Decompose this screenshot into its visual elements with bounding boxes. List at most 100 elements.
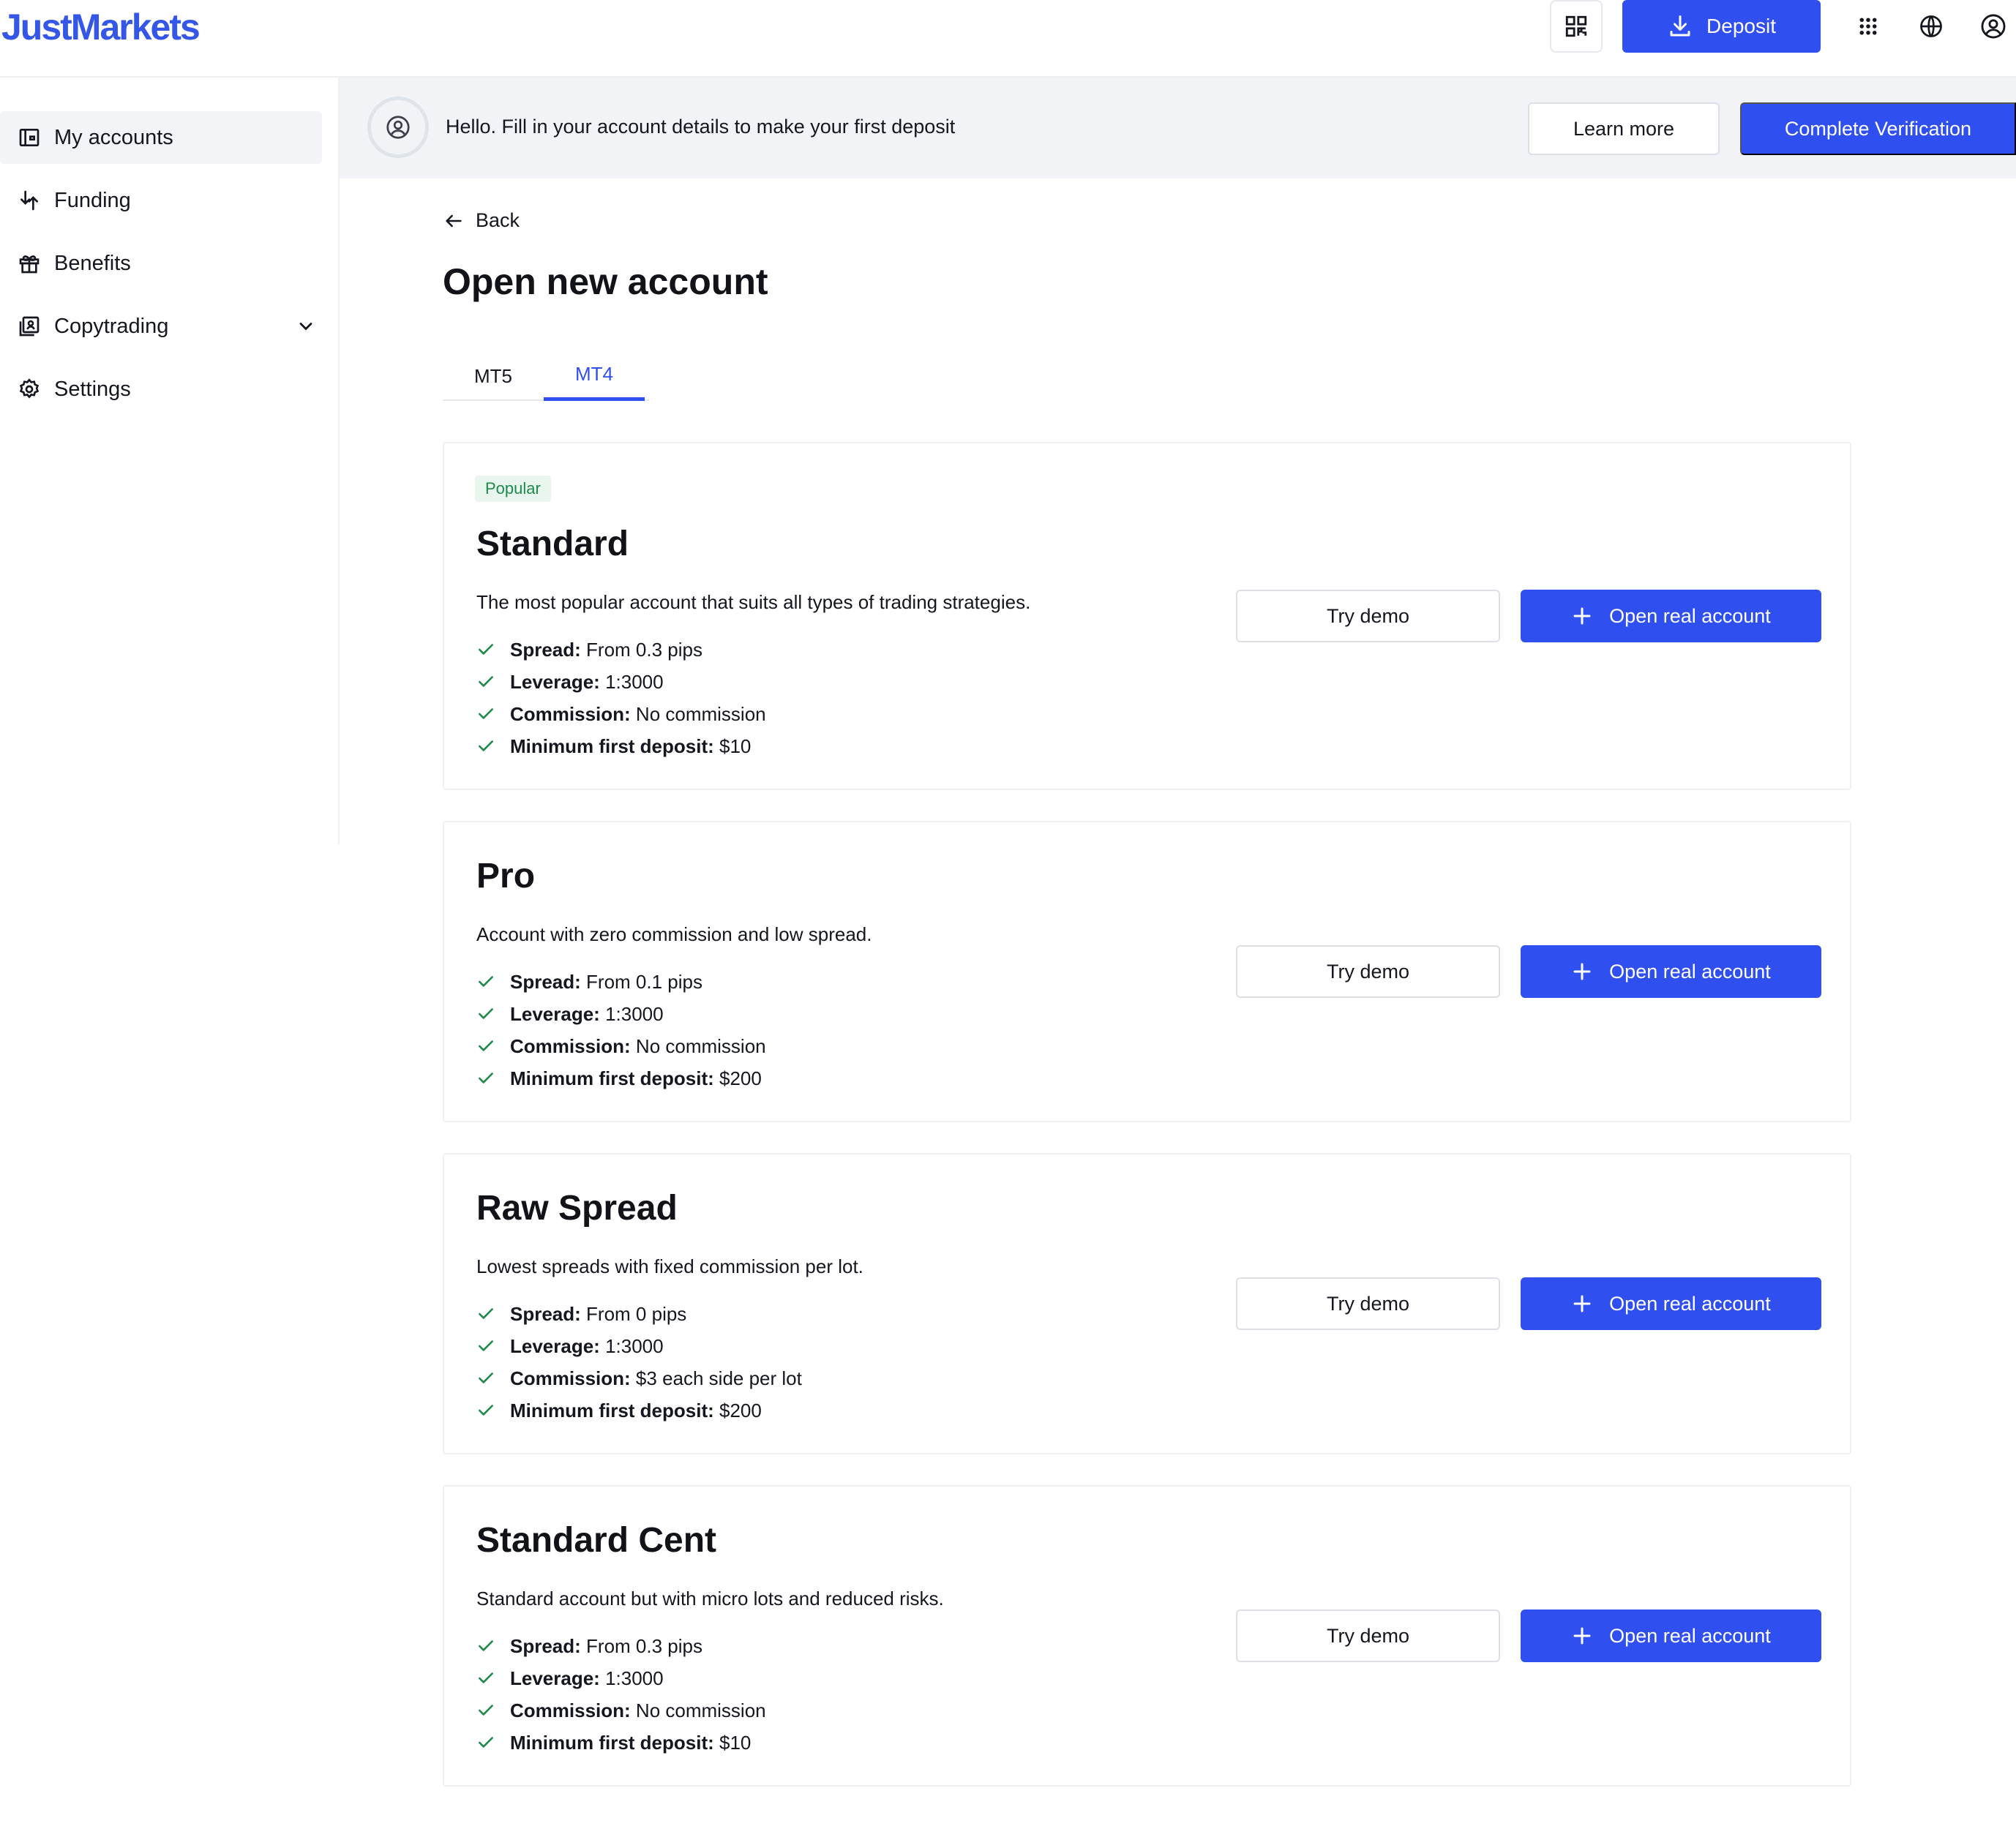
banner-message: Hello. Fill in your account details to m… (446, 116, 956, 138)
feature-value: $10 (719, 1731, 752, 1754)
feature-label: Minimum first deposit: (510, 1399, 714, 1421)
check-icon (479, 1372, 493, 1383)
account-features: Spread: From 0.3 pips Leverage: 1:3000 C… (476, 1630, 766, 1759)
feature-leverage: Leverage: 1:3000 (476, 1330, 802, 1362)
feature-value: No commission (635, 1034, 766, 1057)
account-name: Raw Spread (476, 1189, 678, 1228)
feature-label: Leverage: (510, 1002, 600, 1025)
open-real-account-label: Open real account (1609, 604, 1771, 627)
feature-value: 1:3000 (605, 670, 664, 693)
sidebar-item-label: Settings (54, 377, 131, 401)
check-icon (479, 1073, 493, 1083)
feature-label: Commission: (510, 1699, 631, 1721)
page-title: Open new account (443, 261, 768, 302)
try-demo-button[interactable]: Try demo (1236, 1277, 1500, 1330)
account-features: Spread: From 0 pips Leverage: 1:3000 Com… (476, 1298, 802, 1427)
download-icon (1670, 15, 1690, 37)
sidebar-item-copytrading[interactable]: Copytrading (0, 300, 322, 353)
qr-code-button[interactable] (1550, 0, 1603, 53)
qr-code-icon (1565, 15, 1587, 37)
sidebar-item-settings[interactable]: Settings (0, 363, 322, 416)
feature-label: Leverage: (510, 1667, 600, 1689)
account-card-standard-cent: Standard Cent Standard account but with … (443, 1485, 1851, 1787)
check-icon (479, 1737, 493, 1748)
try-demo-button[interactable]: Try demo (1236, 945, 1500, 998)
platform-tabs: MT5 MT4 (443, 351, 649, 401)
feature-label: Minimum first deposit: (510, 1731, 714, 1754)
feature-label: Spread: (510, 1302, 581, 1325)
check-icon (479, 1405, 493, 1416)
sidebar-item-label: Benefits (54, 251, 131, 275)
tab-mt5[interactable]: MT5 (443, 351, 544, 401)
account-description: The most popular account that suits all … (476, 591, 1031, 613)
feature-value: From 0 pips (586, 1302, 687, 1325)
feature-label: Spread: (510, 970, 581, 993)
complete-verification-button[interactable]: Complete Verification (1740, 102, 2016, 155)
banner-avatar (367, 97, 429, 158)
feature-spread: Spread: From 0 pips (476, 1298, 802, 1330)
account-card-pro: Pro Account with zero commission and low… (443, 821, 1851, 1122)
feature-value: From 0.1 pips (586, 970, 702, 993)
sidebar-item-my-accounts[interactable]: My accounts (0, 111, 322, 164)
profile-button[interactable] (1979, 12, 2008, 41)
feature-spread: Spread: From 0.3 pips (476, 1630, 766, 1662)
open-real-account-button[interactable]: Open real account (1521, 590, 1821, 642)
back-link[interactable]: Back (443, 209, 520, 232)
account-description: Standard account but with micro lots and… (476, 1588, 944, 1610)
open-real-account-button[interactable]: Open real account (1521, 1277, 1821, 1330)
sidebar-item-benefits[interactable]: Benefits (0, 237, 322, 290)
check-icon (479, 1040, 493, 1051)
try-demo-button[interactable]: Try demo (1236, 590, 1500, 642)
feature-value: 1:3000 (605, 1334, 664, 1357)
account-features: Spread: From 0.3 pips Leverage: 1:3000 C… (476, 634, 766, 762)
chevron-down-icon[interactable] (296, 316, 316, 337)
feature-leverage: Leverage: 1:3000 (476, 666, 766, 698)
try-demo-button[interactable]: Try demo (1236, 1610, 1500, 1662)
check-icon (479, 644, 493, 655)
check-icon (479, 1672, 493, 1683)
language-button[interactable] (1916, 12, 1946, 41)
sidebar: My accounts Funding Benefits Copytrading (0, 78, 340, 844)
account-description: Account with zero commission and low spr… (476, 923, 872, 945)
logo[interactable]: JustMarkets (1, 6, 201, 48)
deposit-button[interactable]: Deposit (1622, 0, 1821, 53)
feature-label: Minimum first deposit: (510, 735, 714, 757)
feature-value: No commission (635, 1699, 766, 1721)
feature-label: Spread: (510, 638, 581, 661)
open-real-account-button[interactable]: Open real account (1521, 945, 1821, 998)
feature-leverage: Leverage: 1:3000 (476, 998, 766, 1030)
sidebar-item-funding[interactable]: Funding (0, 174, 322, 227)
gift-icon (19, 255, 40, 274)
feature-min-deposit: Minimum first deposit: $10 (476, 730, 766, 762)
funding-icon (20, 190, 38, 211)
page: JustMarkets Deposit My accounts Funding … (0, 0, 2016, 1848)
deposit-label: Deposit (1706, 15, 1776, 37)
user-circle-icon (1981, 14, 2006, 39)
plus-icon (1573, 1627, 1591, 1645)
gear-icon (19, 378, 40, 399)
check-icon (479, 740, 493, 751)
wallet-icon (19, 129, 40, 146)
open-real-account-label: Open real account (1609, 960, 1771, 983)
feature-commission: Commission: No commission (476, 1694, 766, 1727)
feature-value: From 0.3 pips (586, 1634, 702, 1657)
popular-badge: Popular (475, 476, 551, 502)
feature-label: Leverage: (510, 1334, 600, 1357)
check-icon (479, 1308, 493, 1319)
apps-grid-icon (1859, 18, 1877, 35)
tab-mt4[interactable]: MT4 (544, 351, 645, 401)
check-icon (479, 1640, 493, 1651)
feature-value: From 0.3 pips (586, 638, 702, 661)
check-icon (479, 1340, 493, 1351)
feature-value: 1:3000 (605, 1002, 664, 1025)
open-real-account-button[interactable]: Open real account (1521, 1610, 1821, 1662)
back-label: Back (476, 209, 520, 231)
arrow-left-icon (446, 214, 462, 227)
feature-label: Commission: (510, 702, 631, 725)
apps-grid-button[interactable] (1854, 12, 1883, 41)
feature-leverage: Leverage: 1:3000 (476, 1662, 766, 1694)
learn-more-button[interactable]: Learn more (1528, 102, 1720, 155)
feature-value: $200 (719, 1067, 762, 1089)
account-features: Spread: From 0.1 pips Leverage: 1:3000 C… (476, 966, 766, 1094)
feature-label: Commission: (510, 1367, 631, 1389)
